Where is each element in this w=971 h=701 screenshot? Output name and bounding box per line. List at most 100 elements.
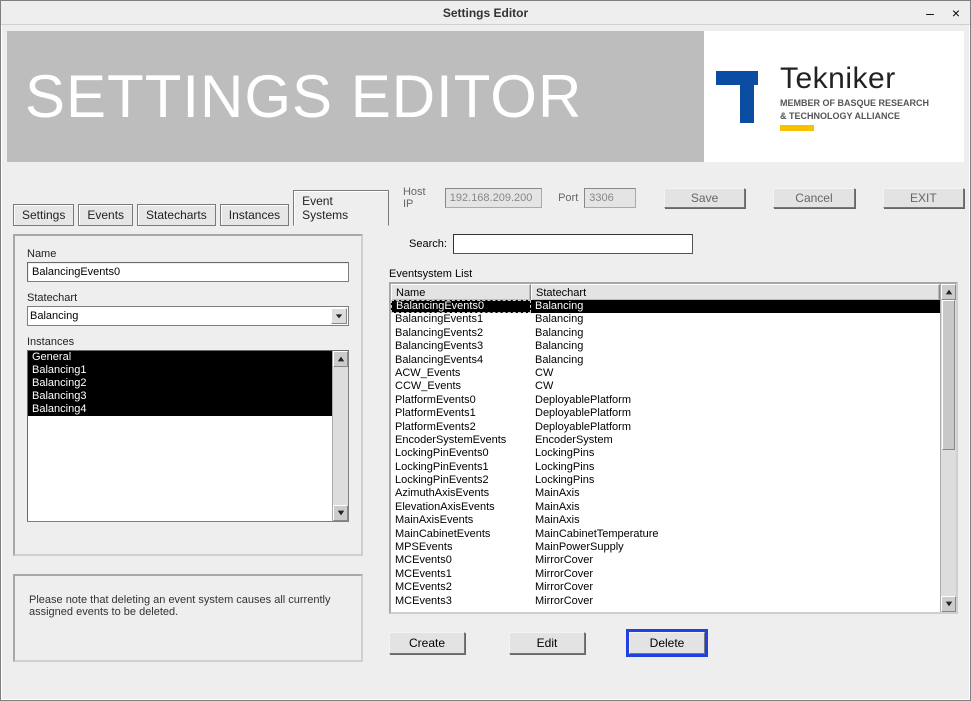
brand-underline	[780, 125, 814, 131]
cell-statechart: CW	[531, 380, 940, 393]
table-row[interactable]: PlatformEvents1DeployablePlatform	[391, 407, 940, 420]
cell-name: BalancingEvents2	[391, 327, 531, 340]
list-item[interactable]: General	[28, 351, 332, 364]
cell-name: MPSEvents	[391, 541, 531, 554]
cell-statechart: Balancing	[531, 340, 940, 353]
tab-events[interactable]: Events	[78, 204, 133, 226]
table-row[interactable]: BalancingEvents2Balancing	[391, 327, 940, 340]
table-row[interactable]: LockingPinEvents1LockingPins	[391, 461, 940, 474]
list-item[interactable]: Balancing2	[28, 377, 332, 390]
table-row[interactable]: AzimuthAxisEventsMainAxis	[391, 487, 940, 500]
save-button[interactable]: Save	[664, 188, 745, 208]
titlebar: Settings Editor – ×	[1, 1, 970, 25]
table-row[interactable]: LockingPinEvents2LockingPins	[391, 474, 940, 487]
table-row[interactable]: MainAxisEventsMainAxis	[391, 514, 940, 527]
eventsystem-grid[interactable]: Name Statechart BalancingEvents0Balancin…	[389, 282, 958, 614]
cell-statechart: MirrorCover	[531, 581, 940, 594]
cell-statechart: MirrorCover	[531, 554, 940, 567]
table-row[interactable]: ElevationAxisEventsMainAxis	[391, 501, 940, 514]
table-row[interactable]: MCEvents1MirrorCover	[391, 568, 940, 581]
scrollbar[interactable]	[940, 284, 956, 612]
hostip-field: 192.168.209.200	[445, 188, 542, 208]
cell-name: EncoderSystemEvents	[391, 434, 531, 447]
chevron-down-icon[interactable]	[331, 308, 347, 324]
search-input[interactable]	[453, 234, 693, 254]
cell-name: PlatformEvents2	[391, 421, 531, 434]
instances-label: Instances	[27, 336, 349, 348]
form-panel: Name Statechart Balancing Instan	[13, 234, 363, 556]
tab-statecharts[interactable]: Statecharts	[137, 204, 216, 226]
tab-instances[interactable]: Instances	[220, 204, 289, 226]
port-label: Port	[558, 192, 578, 204]
close-icon[interactable]: ×	[948, 5, 964, 21]
tab-event-systems[interactable]: Event Systems	[293, 190, 389, 226]
table-row[interactable]: PlatformEvents0DeployablePlatform	[391, 394, 940, 407]
table-row[interactable]: MPSEventsMainPowerSupply	[391, 541, 940, 554]
cell-name: BalancingEvents3	[391, 340, 531, 353]
scrollbar[interactable]	[332, 351, 348, 521]
exit-button[interactable]: EXIT	[883, 188, 964, 208]
cell-statechart: DeployablePlatform	[531, 421, 940, 434]
delete-button[interactable]: Delete	[629, 632, 705, 654]
cell-statechart: DeployablePlatform	[531, 394, 940, 407]
column-header-name[interactable]: Name	[391, 284, 531, 300]
cell-name: MCEvents3	[391, 595, 531, 608]
list-item[interactable]: Balancing4	[28, 403, 332, 416]
scroll-up-icon[interactable]	[333, 351, 348, 367]
note-text: Please note that deleting an event syste…	[29, 594, 330, 618]
edit-button[interactable]: Edit	[509, 632, 585, 654]
column-header-statechart[interactable]: Statechart	[531, 284, 940, 300]
table-row[interactable]: BalancingEvents4Balancing	[391, 354, 940, 367]
scroll-thumb[interactable]	[942, 300, 955, 450]
cell-name: MCEvents1	[391, 568, 531, 581]
scroll-down-icon[interactable]	[333, 505, 348, 521]
table-row[interactable]: LockingPinEvents0LockingPins	[391, 447, 940, 460]
statechart-select[interactable]: Balancing	[27, 306, 349, 326]
instances-listbox[interactable]: GeneralBalancing1Balancing2Balancing3Bal…	[27, 350, 349, 522]
table-row[interactable]: ACW_EventsCW	[391, 367, 940, 380]
cancel-button[interactable]: Cancel	[773, 188, 854, 208]
cell-statechart: LockingPins	[531, 461, 940, 474]
scroll-down-icon[interactable]	[941, 596, 956, 612]
table-row[interactable]: MCEvents2MirrorCover	[391, 581, 940, 594]
table-row[interactable]: MCEvents3MirrorCover	[391, 595, 940, 608]
table-row[interactable]: BalancingEvents1Balancing	[391, 313, 940, 326]
minimize-icon[interactable]: –	[922, 5, 938, 21]
cell-statechart: LockingPins	[531, 474, 940, 487]
search-label: Search:	[409, 238, 447, 250]
tab-settings[interactable]: Settings	[13, 204, 74, 226]
cell-name: BalancingEvents1	[391, 313, 531, 326]
port-field: 3306	[584, 188, 636, 208]
list-item[interactable]: Balancing1	[28, 364, 332, 377]
cell-name: MainCabinetEvents	[391, 528, 531, 541]
cell-name: AzimuthAxisEvents	[391, 487, 531, 500]
cell-name: LockingPinEvents0	[391, 447, 531, 460]
scroll-up-icon[interactable]	[941, 284, 956, 300]
cell-statechart: Balancing	[531, 327, 940, 340]
cell-name: MainAxisEvents	[391, 514, 531, 527]
brand-logo: Tekniker MEMBER OF BASQUE RESEARCH & TEC…	[704, 31, 964, 162]
cell-name: MCEvents2	[391, 581, 531, 594]
table-row[interactable]: BalancingEvents0Balancing	[391, 300, 940, 313]
table-row[interactable]: BalancingEvents3Balancing	[391, 340, 940, 353]
brand-subline-2: & TECHNOLOGY ALLIANCE	[780, 111, 929, 122]
cell-name: LockingPinEvents2	[391, 474, 531, 487]
table-row[interactable]: PlatformEvents2DeployablePlatform	[391, 421, 940, 434]
hero-banner: SETTINGS EDITOR Tekniker MEMBER OF BASQU…	[7, 31, 964, 162]
grid-label: Eventsystem List	[389, 268, 958, 280]
table-row[interactable]: MainCabinetEventsMainCabinetTemperature	[391, 528, 940, 541]
create-button[interactable]: Create	[389, 632, 465, 654]
cell-name: LockingPinEvents1	[391, 461, 531, 474]
table-row[interactable]: CCW_EventsCW	[391, 380, 940, 393]
cell-statechart: Balancing	[531, 354, 940, 367]
list-item[interactable]: Balancing3	[28, 390, 332, 403]
cell-statechart: Balancing	[531, 300, 940, 313]
statechart-value: Balancing	[30, 310, 78, 322]
statechart-label: Statechart	[27, 292, 349, 304]
table-row[interactable]: MCEvents0MirrorCover	[391, 554, 940, 567]
name-input[interactable]	[27, 262, 349, 282]
cell-statechart: MainPowerSupply	[531, 541, 940, 554]
cell-name: BalancingEvents4	[391, 354, 531, 367]
hostip-label: Host IP	[403, 186, 439, 210]
table-row[interactable]: EncoderSystemEventsEncoderSystem	[391, 434, 940, 447]
